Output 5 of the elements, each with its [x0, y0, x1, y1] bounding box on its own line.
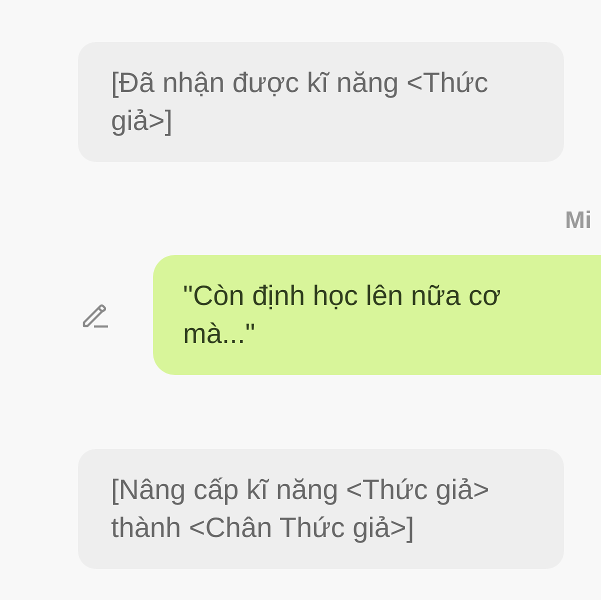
sender-name: Mi: [565, 207, 592, 234]
pencil-icon[interactable]: [81, 302, 109, 328]
system-message: [Đã nhận được kĩ năng <Thức giả>]: [78, 42, 564, 162]
message-bubble: "Còn định học lên nữa cơ mà...": [153, 255, 601, 375]
system-message: [Nâng cấp kĩ năng <Thức giả> thành <Chân Thức giả>]: [78, 449, 564, 569]
